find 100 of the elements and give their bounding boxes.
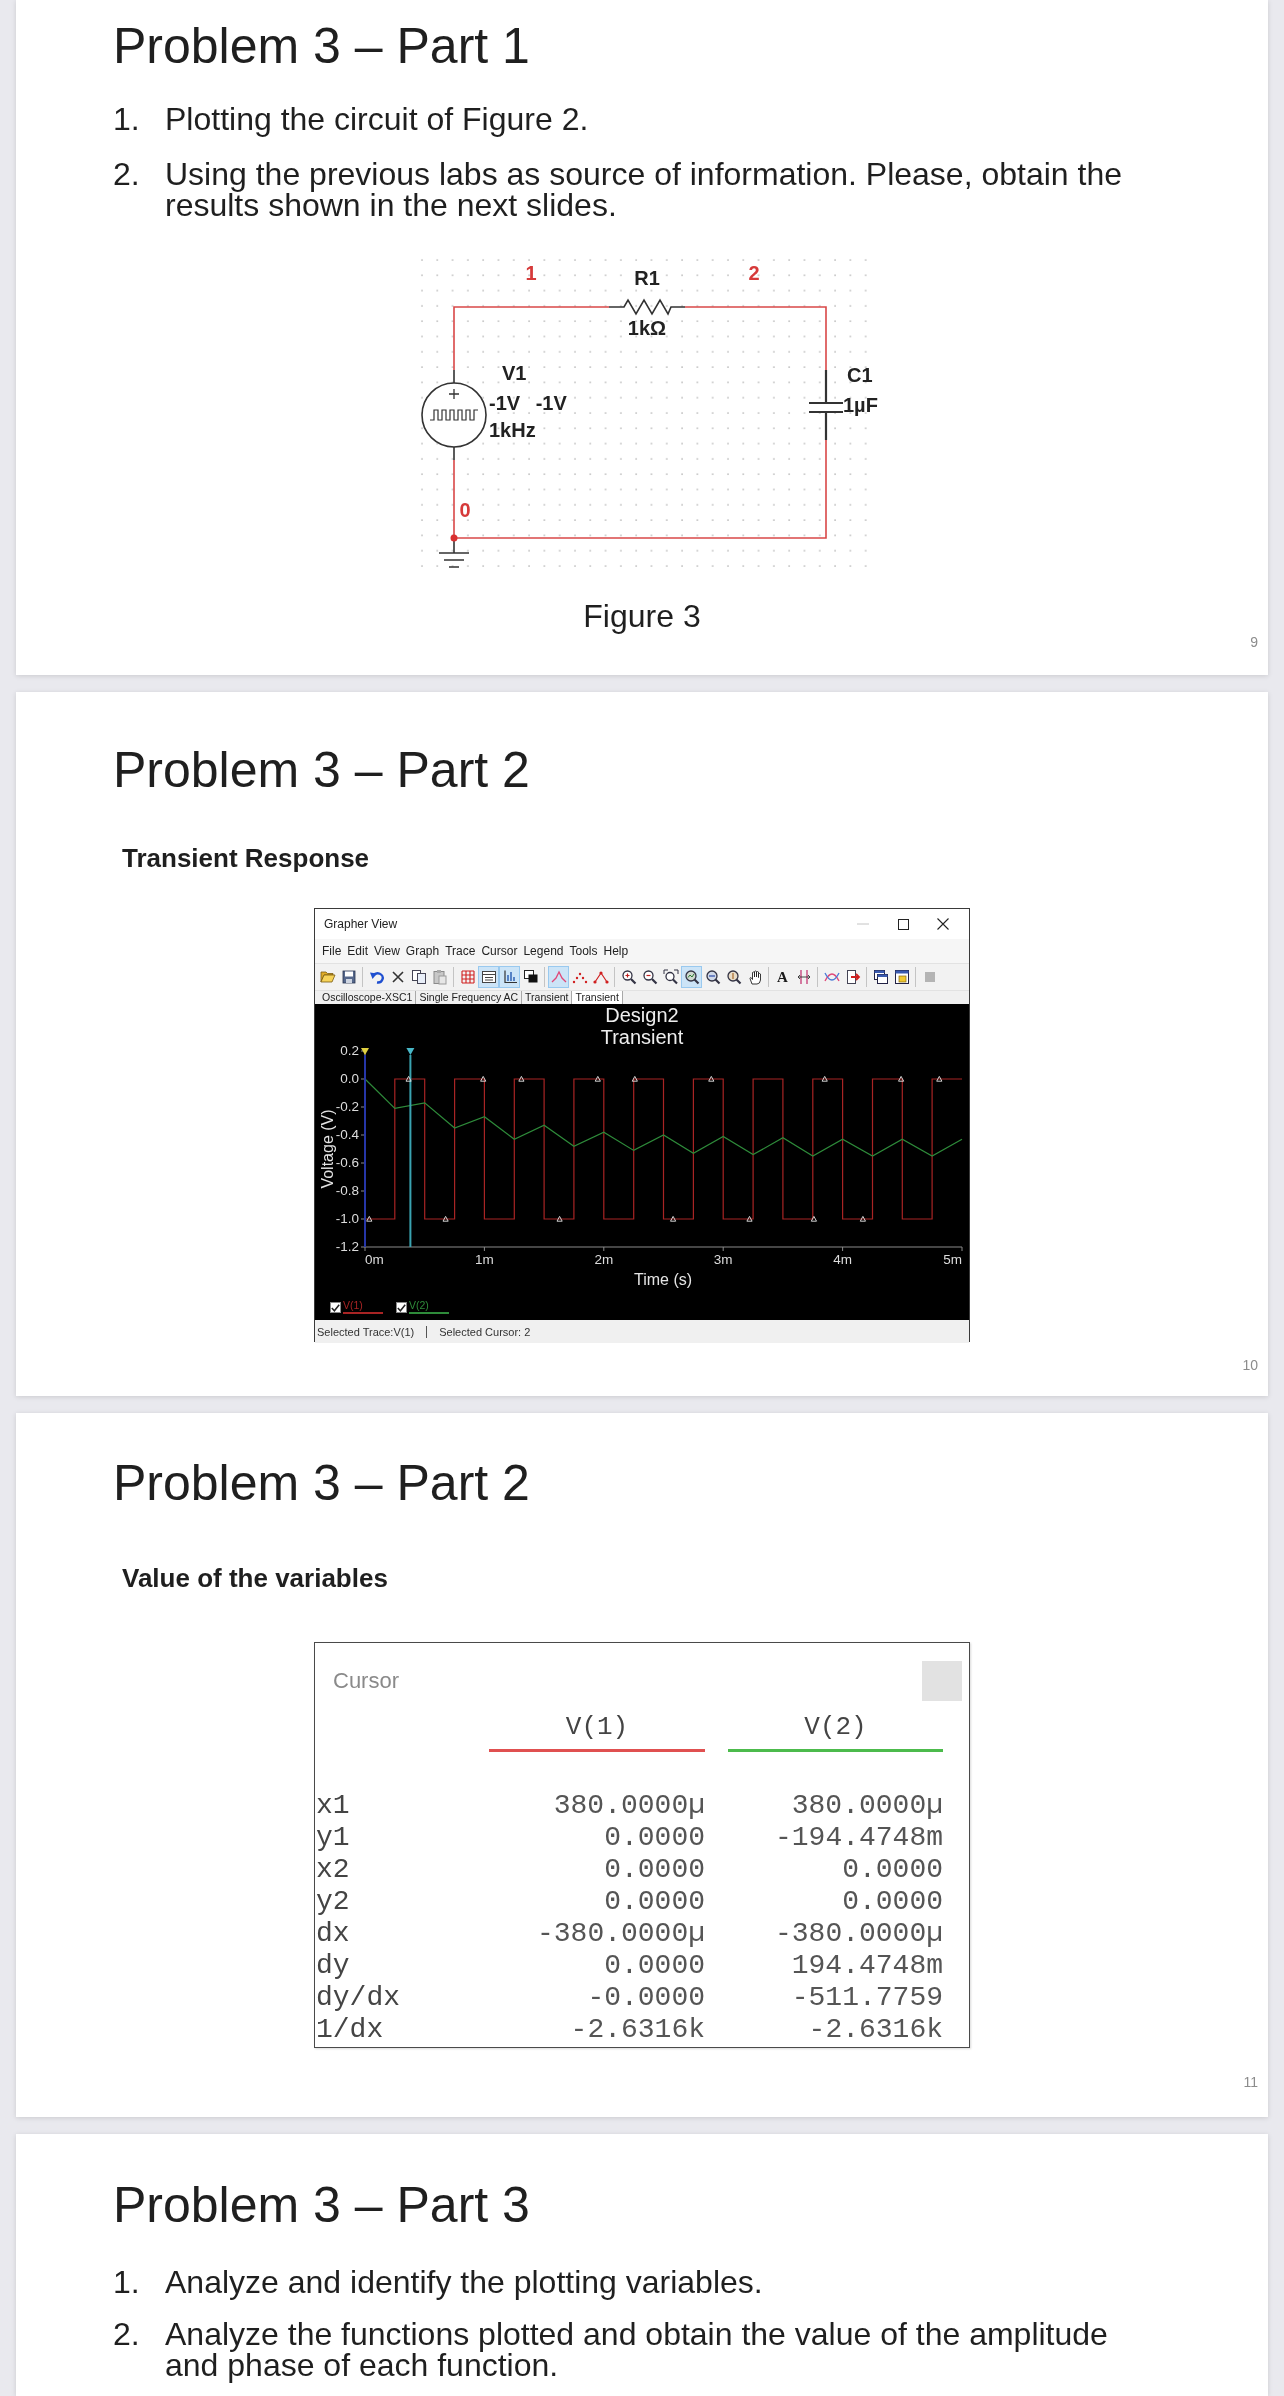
save-icon [340,969,357,985]
cursor-lines-icon [795,969,812,985]
zoom-out-icon [641,969,658,985]
tick-label: -1.2 [335,1238,359,1254]
point-marker-icon [518,1075,525,1082]
legend-icon [480,969,497,985]
page-number: 9 [1250,633,1258,652]
tick-label: 5m [943,1251,962,1267]
page-number: 11 [1243,2073,1258,2092]
item-number: 1. [113,2267,141,2298]
row-label: x2 [315,1854,351,1886]
component-name: V1 [502,362,527,385]
status-text: Selected Trace:V(1) [317,1324,415,1339]
point-marker-icon [936,1075,943,1082]
component-value: 1µF [843,394,878,417]
tick-label: -1.0 [335,1210,359,1226]
menu-item[interactable]: File [319,942,345,960]
tick-label: 0m [365,1251,384,1267]
line-chart-icon [550,969,567,985]
component-value: -1V -1V [489,392,567,415]
chart-title: Design2 Transient [599,1004,685,1048]
menu-item[interactable]: Edit [344,942,372,960]
toolbar-button[interactable] [499,966,520,988]
node-label: 1 [525,262,537,285]
component-name: R1 [634,267,660,290]
tick-label: 0.2 [340,1042,359,1058]
point-marker-icon [821,1075,828,1082]
tick-label: -0.4 [335,1126,359,1142]
paste-icon [431,969,448,985]
tick-label: 4m [833,1251,852,1267]
table-cell-text: -380.0000µ [535,1918,705,1950]
tick-label: -0.8 [335,1182,359,1198]
row-label: dy [315,1950,351,1982]
table-cell-text: -194.4748m [773,1822,943,1854]
figure-caption: Figure 3 [583,598,701,634]
export-icon [844,969,861,985]
menu-item[interactable]: Tools [566,942,601,960]
magnifier-icon [704,969,721,985]
row-label: dx [315,1918,351,1950]
section-heading: Transient Response [122,843,370,873]
table-cell-text: -2.6316k [807,2014,943,2046]
table-cell-text: 380.0000µ [552,1790,705,1822]
slide-title: Problem 3 – Part 3 [113,2176,530,2234]
row-label: dy/dx [315,1982,401,2014]
junction-dot-icon [450,534,458,542]
table-cell-text: 0.0000 [841,1886,943,1918]
point-marker-icon [898,1075,905,1082]
node-label: 2 [748,262,760,285]
window-paste-icon [893,969,910,985]
tab[interactable]: Transient [572,991,623,1004]
check-icon [397,1303,406,1312]
toolbar-button[interactable]: A [772,966,793,988]
menu-item[interactable]: View [371,942,403,960]
menu-item[interactable]: Help [600,942,632,960]
component-name: C1 [847,364,873,387]
line-dot-chart-icon [592,969,609,985]
list-item: Using the previous labs as source of information. Please, obtain the results shown in the next slides. [165,159,1123,221]
list-item: Analyze and identify the plotting variables. [165,2267,764,2298]
point-marker-icon [556,1215,563,1222]
zoom-area-icon [662,969,679,985]
folder-icon [319,969,336,985]
component-value: 1kHz [489,419,536,442]
toolbar-button[interactable] [681,966,702,988]
magnifier-icon [725,969,742,985]
table-cell-text: -511.7759 [790,1982,943,2014]
panel-title: Cursor [333,1668,399,1694]
table-cell-text: 194.4748m [790,1950,943,1982]
table-cell-text: -0.0000 [586,1982,705,2014]
checkbox[interactable] [396,1302,407,1313]
cursor-handle[interactable] [406,1048,415,1055]
maximize-icon [897,918,909,930]
tick-label: 2m [594,1251,614,1267]
item-number: 2. [113,2319,141,2354]
ground-symbol [438,540,470,568]
menu-item[interactable]: Graph [402,942,443,960]
overlap-icon [522,969,539,985]
legend-label: V(1) [343,1300,363,1311]
point-marker-icon [405,1075,412,1082]
point-marker-icon [670,1215,677,1222]
list-item: Plotting the circuit of Figure 2. [165,104,590,135]
point-marker-icon [480,1075,487,1082]
column-header: V(1) [489,1712,705,1752]
cursor-handle[interactable] [361,1048,369,1055]
component-value: 1kΩ [627,317,667,340]
point-marker-icon [746,1215,753,1222]
menu-item[interactable]: Cursor [478,942,521,960]
menu-item[interactable]: Trace [442,942,479,960]
axis-title: Voltage (V) [319,1109,337,1189]
page-number: 10 [1242,1356,1258,1375]
menu-item[interactable]: Legend [520,942,567,960]
point-marker-icon [442,1215,449,1222]
section-heading: Value of the variables [122,1563,388,1593]
grid-icon [459,969,476,985]
row-label: 1/dx [315,2014,385,2046]
checkbox[interactable] [330,1302,341,1313]
window-copy-icon [872,969,889,985]
toolbar-button[interactable] [478,966,499,988]
legend-label: V(2) [409,1300,429,1311]
table-cell-text: -380.0000µ [773,1918,943,1950]
copy-icon [410,969,427,985]
